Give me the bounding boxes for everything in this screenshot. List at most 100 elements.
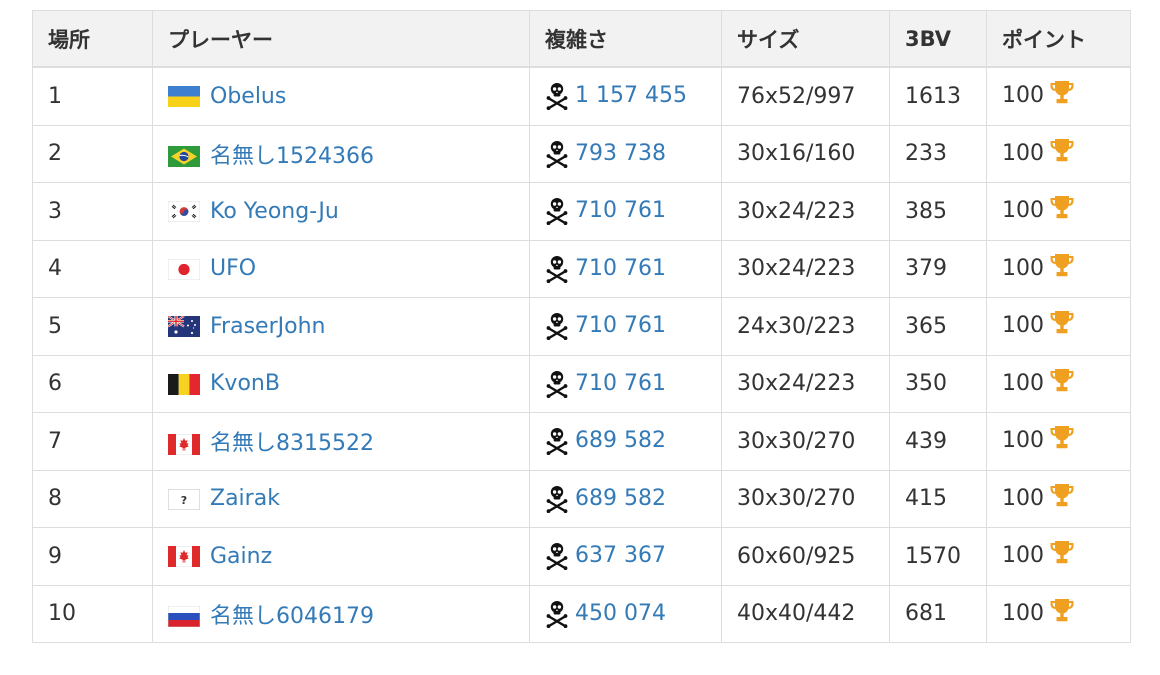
complexity-cell: 637 367 (529, 527, 722, 586)
header-size[interactable]: サイズ (721, 10, 890, 68)
trophy-icon (1048, 194, 1076, 220)
complexity-link[interactable]: 710 761 (575, 256, 666, 281)
points-value: 100 (1002, 140, 1044, 166)
header-complexity[interactable]: 複雑さ (529, 10, 722, 68)
complexity-cell: 689 582 (529, 412, 722, 471)
3bv-cell: 233 (889, 124, 987, 183)
3bv-cell: 1613 (889, 66, 987, 126)
size-cell: 30x24/223 (721, 182, 890, 241)
complexity-cell: 1 157 455 (529, 66, 722, 126)
rank-value: 3 (48, 198, 62, 224)
size-cell: 30x24/223 (721, 354, 890, 413)
points-value: 100 (1002, 428, 1044, 454)
table-row: 3 Ko Yeong-Ju 710 761 30x24/223 385 100 (32, 182, 1131, 241)
player-link[interactable]: 名無し8315522 (210, 431, 374, 456)
complexity-link[interactable]: 637 367 (575, 543, 666, 568)
header-3bv[interactable]: 3BV (889, 10, 987, 68)
points-cell: 100 (986, 354, 1131, 413)
3bv-cell: 681 (889, 584, 987, 643)
complexity-link[interactable]: 710 761 (575, 198, 666, 223)
3bv-cell: 350 (889, 354, 987, 413)
trophy-icon (1048, 309, 1076, 335)
skull-crossbones-icon (545, 312, 569, 341)
3bv-cell: 385 (889, 182, 987, 241)
player-link[interactable]: FraserJohn (210, 314, 325, 339)
player-cell: Ko Yeong-Ju (152, 182, 530, 241)
points-value: 100 (1002, 198, 1044, 224)
points-cell: 100 (986, 182, 1131, 241)
table-row: 7 名無し8315522 689 582 30x30/270 439 100 (32, 412, 1131, 471)
3bv-value: 365 (905, 313, 947, 339)
3bv-cell: 379 (889, 239, 987, 298)
size-value: 30x30/270 (737, 486, 856, 512)
complexity-cell: 710 761 (529, 354, 722, 413)
points-cell: 100 (986, 412, 1131, 471)
complexity-link[interactable]: 1 157 455 (575, 83, 687, 108)
complexity-cell: 710 761 (529, 297, 722, 356)
complexity-link[interactable]: 689 582 (575, 428, 666, 453)
complexity-link[interactable]: 450 074 (575, 601, 666, 626)
header-rank[interactable]: 場所 (32, 10, 153, 68)
australia-flag-icon (168, 316, 200, 338)
player-link[interactable]: UFO (210, 256, 256, 281)
table-row: 2 名無し1524366 793 738 30x16/160 233 100 (32, 124, 1131, 183)
skull-crossbones-icon (545, 82, 569, 111)
header-points[interactable]: ポイント (986, 10, 1131, 68)
table-row: 4 UFO 710 761 30x24/223 379 100 (32, 239, 1131, 298)
size-value: 76x52/997 (737, 83, 856, 109)
complexity-link[interactable]: 710 761 (575, 313, 666, 338)
unknown-flag-icon: ? (168, 488, 200, 510)
3bv-value: 379 (905, 256, 947, 282)
header-player[interactable]: プレーヤー (152, 10, 530, 68)
size-value: 30x24/223 (737, 198, 856, 224)
size-cell: 30x30/270 (721, 469, 890, 528)
complexity-cell: 793 738 (529, 124, 722, 183)
3bv-value: 681 (905, 601, 947, 627)
points-value: 100 (1002, 370, 1044, 396)
player-link[interactable]: Ko Yeong-Ju (210, 199, 339, 224)
complexity-link[interactable]: 689 582 (575, 486, 666, 511)
rank-value: 4 (48, 256, 62, 282)
points-cell: 100 (986, 124, 1131, 183)
player-link[interactable]: Zairak (210, 486, 280, 511)
player-link[interactable]: Obelus (210, 84, 286, 109)
complexity-cell: 710 761 (529, 239, 722, 298)
table-row: 6 KvonB 710 761 30x24/223 350 100 (32, 354, 1131, 413)
player-link[interactable]: 名無し6046179 (210, 604, 374, 629)
size-cell: 40x40/442 (721, 584, 890, 643)
size-value: 30x30/270 (737, 428, 856, 454)
complexity-link[interactable]: 793 738 (575, 141, 666, 166)
points-cell: 100 (986, 297, 1131, 356)
3bv-value: 1570 (905, 543, 961, 569)
points-value: 100 (1002, 255, 1044, 281)
points-cell: 100 (986, 527, 1131, 586)
size-cell: 24x30/223 (721, 297, 890, 356)
brazil-flag-icon (168, 146, 200, 168)
skull-crossbones-icon (545, 600, 569, 628)
rank-value: 2 (48, 141, 62, 167)
size-value: 30x24/223 (737, 256, 856, 282)
rank-cell: 1 (32, 66, 153, 126)
rank-cell: 9 (32, 527, 153, 586)
player-link[interactable]: Gainz (210, 544, 272, 569)
rank-cell: 2 (32, 124, 153, 183)
size-cell: 76x52/997 (721, 66, 890, 126)
3bv-value: 1613 (905, 83, 961, 109)
rank-cell: 4 (32, 239, 153, 298)
3bv-cell: 1570 (889, 527, 987, 586)
player-link[interactable]: KvonB (210, 371, 280, 396)
player-link[interactable]: 名無し1524366 (210, 144, 374, 169)
skull-crossbones-icon (545, 370, 569, 398)
3bv-value: 233 (905, 141, 947, 167)
size-value: 30x24/223 (737, 371, 856, 397)
size-cell: 30x30/270 (721, 412, 890, 471)
player-cell: UFO (152, 239, 530, 298)
rank-value: 7 (48, 428, 62, 454)
size-value: 24x30/223 (737, 313, 856, 339)
player-cell: KvonB (152, 354, 530, 413)
skull-crossbones-icon (545, 542, 569, 571)
south-korea-flag-icon (168, 201, 200, 223)
3bv-value: 385 (905, 198, 947, 224)
rank-cell: 5 (32, 297, 153, 356)
complexity-link[interactable]: 710 761 (575, 371, 666, 396)
